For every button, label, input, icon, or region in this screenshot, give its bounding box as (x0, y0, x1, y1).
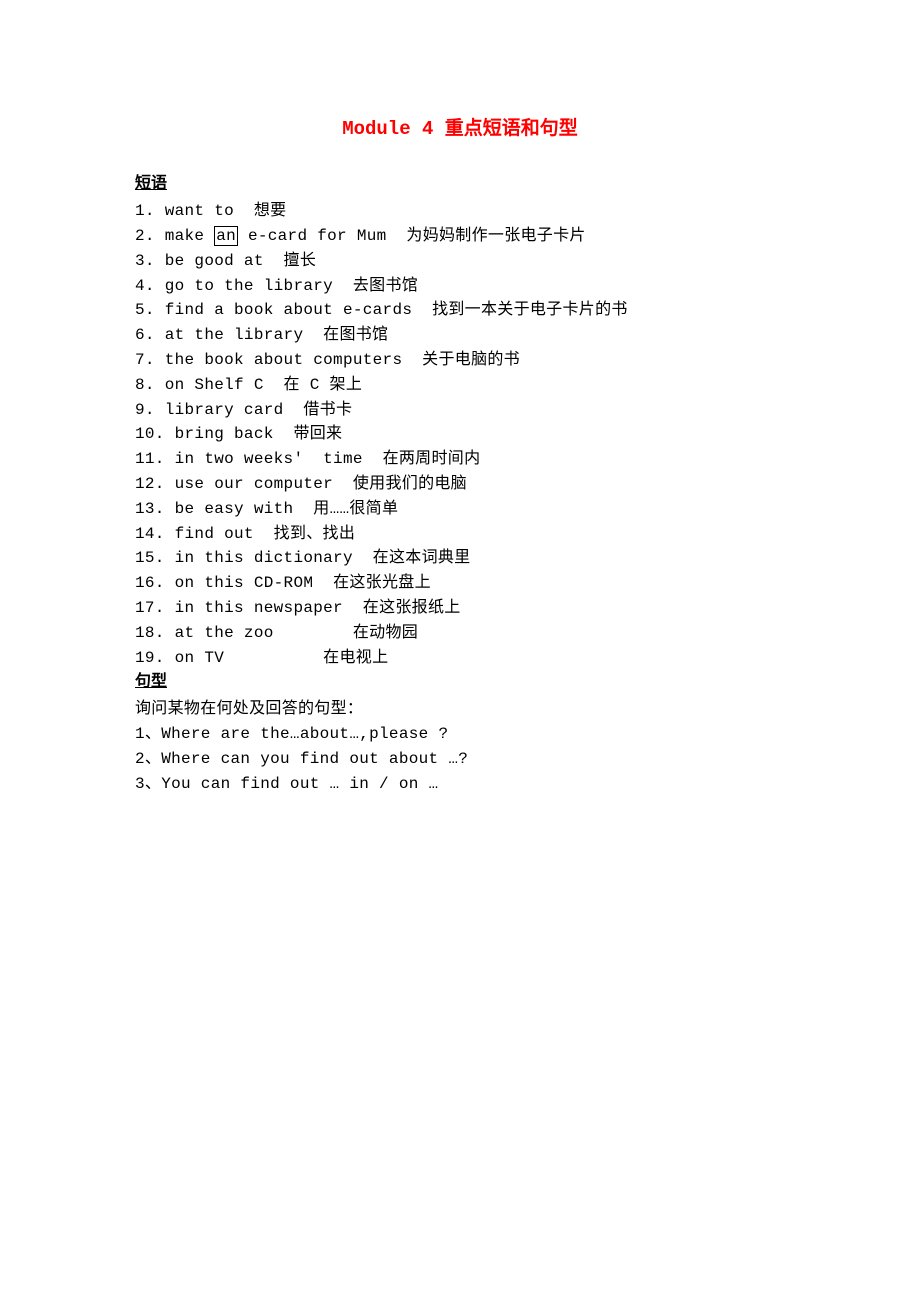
sentence-item: 3、You can find out … in / on … (135, 772, 785, 797)
phrase-en: be good at (165, 252, 264, 270)
phrase-zh: 在这张报纸上 (363, 599, 461, 617)
phrase-en: be easy with (175, 500, 294, 518)
phrase-item: 15. in this dictionary 在这本词典里 (135, 546, 785, 571)
phrase-en: library card (165, 401, 284, 419)
phrase-en-post: e-card for Mum (238, 227, 387, 245)
phrase-en: on Shelf C (165, 376, 264, 394)
phrase-zh: 找到一本关于电子卡片的书 (432, 301, 628, 319)
phrase-item: 19. on TV 在电视上 (135, 646, 785, 671)
phrase-zh: 擅长 (284, 252, 317, 270)
phrase-item: 3. be good at 擅长 (135, 249, 785, 274)
phrase-num: 12. (135, 475, 165, 493)
phrase-en: in this newspaper (175, 599, 343, 617)
phrase-zh: 在两周时间内 (383, 450, 481, 468)
phrase-zh: 在这张光盘上 (333, 574, 431, 592)
phrase-num: 17. (135, 599, 165, 617)
phrase-en: bring back (175, 425, 274, 443)
phrase-zh: 在电视上 (323, 649, 388, 667)
phrase-num: 14. (135, 525, 165, 543)
phrase-en: go to the library (165, 277, 333, 295)
phrase-zh: 在这本词典里 (373, 549, 471, 567)
phrase-item: 11. in two weeks' time 在两周时间内 (135, 447, 785, 472)
phrase-zh: 在图书馆 (323, 326, 388, 344)
phrase-zh: 用……很简单 (313, 500, 398, 518)
phrase-en: in this dictionary (175, 549, 353, 567)
phrase-item: 14. find out 找到、找出 (135, 522, 785, 547)
phrases-list: 1. want to 想要2. make an e-card for Mum 为… (135, 199, 785, 670)
phrase-item: 4. go to the library 去图书馆 (135, 274, 785, 299)
phrase-zh: 关于电脑的书 (422, 351, 520, 369)
phrase-item: 1. want to 想要 (135, 199, 785, 224)
sentences-header: 句型 (135, 670, 785, 695)
phrase-num: 13. (135, 500, 165, 518)
phrase-en: the book about computers (165, 351, 403, 369)
phrase-boxed-word: an (214, 226, 238, 246)
phrase-num: 6. (135, 326, 155, 344)
phrase-num: 16. (135, 574, 165, 592)
phrase-en: find a book about e-cards (165, 301, 413, 319)
phrase-zh: 在 C 架上 (284, 376, 363, 394)
phrases-header: 短语 (135, 172, 785, 197)
sentences-list: 1、Where are the…about…,please ?2、Where c… (135, 722, 785, 796)
phrase-num: 18. (135, 624, 165, 642)
phrase-en: on this CD-ROM (175, 574, 314, 592)
phrase-num: 1. (135, 202, 155, 220)
phrase-item: 7. the book about computers 关于电脑的书 (135, 348, 785, 373)
phrase-item: 17. in this newspaper 在这张报纸上 (135, 596, 785, 621)
phrase-item: 18. at the zoo 在动物园 (135, 621, 785, 646)
phrase-zh: 想要 (254, 202, 287, 220)
phrase-en-pre: make (165, 227, 215, 245)
phrase-item: 2. make an e-card for Mum 为妈妈制作一张电子卡片 (135, 224, 785, 249)
phrase-num: 19. (135, 649, 165, 667)
phrase-item: 8. on Shelf C 在 C 架上 (135, 373, 785, 398)
phrase-en: find out (175, 525, 254, 543)
phrase-num: 15. (135, 549, 165, 567)
phrase-num: 11. (135, 450, 165, 468)
phrase-num: 4. (135, 277, 155, 295)
phrase-num: 3. (135, 252, 155, 270)
phrase-zh: 借书卡 (303, 401, 352, 419)
phrase-en: at the library (165, 326, 304, 344)
phrase-item: 5. find a book about e-cards 找到一本关于电子卡片的… (135, 298, 785, 323)
sentence-item: 1、Where are the…about…,please ? (135, 722, 785, 747)
phrase-item: 12. use our computer 使用我们的电脑 (135, 472, 785, 497)
phrase-item: 6. at the library 在图书馆 (135, 323, 785, 348)
phrase-en: in two weeks' time (175, 450, 363, 468)
phrase-item: 13. be easy with 用……很简单 (135, 497, 785, 522)
phrase-num: 8. (135, 376, 155, 394)
phrase-num: 9. (135, 401, 155, 419)
page-title: Module 4 重点短语和句型 (135, 115, 785, 144)
phrase-en: want to (165, 202, 234, 220)
phrase-zh: 使用我们的电脑 (353, 475, 467, 493)
phrase-item: 10. bring back 带回来 (135, 422, 785, 447)
phrase-en: use our computer (175, 475, 333, 493)
phrase-zh: 为妈妈制作一张电子卡片 (406, 227, 585, 245)
phrase-en: on TV (175, 649, 304, 667)
sentences-intro: 询问某物在何处及回答的句型： (135, 697, 785, 722)
phrase-num: 7. (135, 351, 155, 369)
phrase-en: at the zoo (175, 624, 333, 642)
phrase-zh: 找到、找出 (274, 525, 356, 543)
phrase-num: 2. (135, 227, 155, 245)
phrase-item: 9. library card 借书卡 (135, 398, 785, 423)
phrase-zh: 带回来 (293, 425, 342, 443)
phrase-num: 5. (135, 301, 155, 319)
phrase-zh: 在动物园 (353, 624, 418, 642)
sentence-item: 2、Where can you find out about …? (135, 747, 785, 772)
phrase-num: 10. (135, 425, 165, 443)
phrase-zh: 去图书馆 (353, 277, 418, 295)
phrase-item: 16. on this CD-ROM 在这张光盘上 (135, 571, 785, 596)
